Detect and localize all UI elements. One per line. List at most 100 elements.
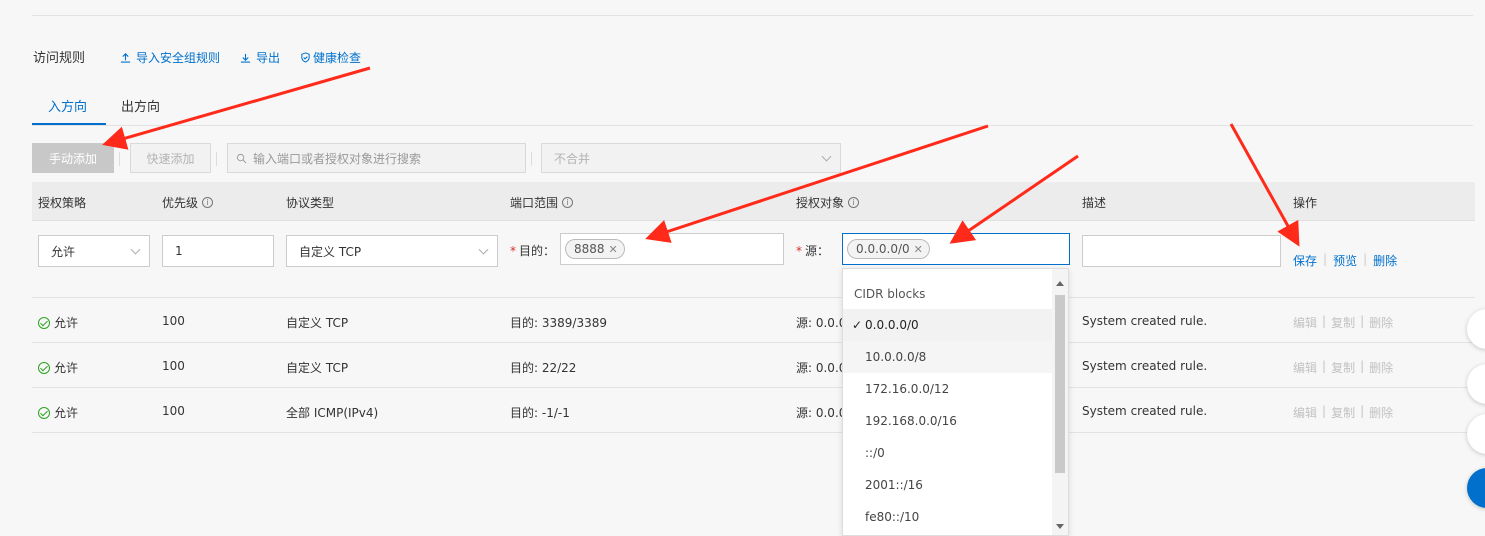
cidr-option[interactable]: 172.16.0.0/12 [843,373,1054,405]
priority-input[interactable]: 1 [162,235,274,267]
policy-cell: 允许 [38,404,78,421]
protocol-cell: 自定义 TCP [286,361,349,375]
scroll-up-icon[interactable] [1056,281,1064,286]
upload-icon [120,53,131,63]
top-divider [32,15,1473,16]
health-check-label: 健康检查 [313,51,362,65]
cidr-option[interactable]: fe80::/10 [843,501,1054,533]
tab-inbound[interactable]: 入方向 [48,96,87,115]
search-icon [236,153,247,163]
policy-cell: 允许 [38,359,78,376]
table-header: 授权策略 优先级 i 协议类型 端口范围 i 授权对象 i 描述 操作 [32,182,1475,221]
port-tag-value: 8888 [574,242,605,256]
source-label-text: 源： [805,244,830,258]
policy-cell-text: 允许 [54,316,79,330]
port-cell: 目的: 22/22 [510,361,577,375]
scrollbar-thumb[interactable] [1055,295,1065,473]
column-header-port-label: 端口范围 [510,196,559,210]
description-cell: System created rule. [1082,359,1208,373]
cidr-option-label: 2001::/16 [865,478,923,492]
protocol-select-value: 自定义 TCP [299,244,362,259]
toolbar-separator [531,152,532,166]
close-icon[interactable]: ✕ [609,243,618,256]
cidr-dropdown: CIDR blocks ✓ 0.0.0.0/0 10.0.0.0/8 172.16… [842,268,1069,536]
info-icon[interactable]: i [202,197,214,208]
priority-cell: 100 [162,404,185,418]
column-header-source: 授权对象 i [796,194,860,211]
delete-link[interactable]: 删除 [1369,359,1393,376]
dest-label: * 目的： [510,244,556,258]
column-header-priority: 优先级 i [162,194,214,211]
column-header-port: 端口范围 i [510,194,574,211]
edit-link[interactable]: 编辑 [1293,359,1317,376]
source-input[interactable]: 0.0.0.0/0 ✕ [842,233,1070,265]
search-input[interactable]: 输入端口或者授权对象进行搜索 [227,143,526,173]
delete-link[interactable]: 删除 [1369,314,1393,331]
close-icon[interactable]: ✕ [914,243,923,256]
edit-rule-row: 允许 1 自定义 TCP * 目的： 8888 ✕ * 源： 0.0.0.0/0 ✕ 保… [32,221,1475,298]
column-header-source-label: 授权对象 [796,196,845,210]
import-rules-label: 导入安全组规则 [136,51,221,65]
cidr-option[interactable]: ::/0 [843,437,1054,469]
cidr-option[interactable]: 192.168.0.0/16 [843,405,1054,437]
quick-add-button[interactable]: 快速添加 [130,143,211,173]
tab-outbound[interactable]: 出方向 [121,96,160,115]
active-tab-indicator [32,123,106,125]
edit-link[interactable]: 编辑 [1293,404,1317,421]
port-cell: 目的: 3389/3389 [510,316,607,330]
chevron-down-icon [130,244,141,255]
copy-link[interactable]: 复制 [1331,314,1355,331]
info-icon[interactable]: i [848,197,860,208]
copy-link[interactable]: 复制 [1331,359,1355,376]
dest-label-text: 目的： [519,244,556,258]
health-check-link[interactable]: 健康检查 [300,49,361,66]
check-circle-icon [38,316,50,329]
cidr-option[interactable]: 2001::/16 [843,469,1054,501]
table-row: 允许 100 自定义 TCP 目的: 22/22 源: 0.0.0. Syste… [32,343,1475,388]
dest-port-input[interactable]: 8888 ✕ [560,233,784,265]
manual-add-button[interactable]: 手动添加 [32,143,114,173]
column-header-priority-label: 优先级 [162,196,199,210]
dropdown-scrollbar[interactable] [1052,269,1068,535]
cidr-option-label: 10.0.0.0/8 [865,350,927,364]
priority-input-value: 1 [175,244,183,258]
source-tag-value: 0.0.0.0/0 [856,242,910,256]
scroll-down-icon[interactable] [1056,524,1064,529]
merge-select[interactable]: 不合并 [541,143,841,173]
priority-cell: 100 [162,359,185,373]
protocol-select[interactable]: 自定义 TCP [286,235,498,267]
preview-link[interactable]: 预览 [1333,252,1357,269]
description-input[interactable] [1082,235,1281,267]
cidr-option-label: fe80::/10 [865,510,920,524]
info-icon[interactable]: i [562,197,574,208]
policy-cell-text: 允许 [54,406,79,420]
column-header-actions: 操作 [1293,196,1318,210]
copy-link[interactable]: 复制 [1331,404,1355,421]
cidr-option[interactable]: ✓ 0.0.0.0/0 [843,309,1054,341]
toolbar-separator [216,152,217,166]
cidr-dropdown-header: CIDR blocks [854,287,926,301]
protocol-cell: 自定义 TCP [286,316,349,330]
export-label: 导出 [256,51,281,65]
row-actions: 编辑 | 复制 | 删除 [1293,359,1394,376]
policy-select[interactable]: 允许 [38,235,150,267]
description-cell: System created rule. [1082,314,1208,328]
import-rules-link[interactable]: 导入安全组规则 [120,49,220,66]
toolbar-separator [119,152,120,166]
port-cell: 目的: -1/-1 [510,406,570,420]
export-link[interactable]: 导出 [240,49,280,66]
floating-apps-button[interactable] [1467,468,1485,508]
check-icon: ✓ [852,318,863,332]
cidr-option[interactable]: 10.0.0.0/8 [843,341,1054,373]
edit-link[interactable]: 编辑 [1293,314,1317,331]
cidr-option-label: ::/0 [865,446,885,460]
table-row: 允许 100 全部 ICMP(IPv4) 目的: -1/-1 源: 0.0.0.… [32,388,1475,433]
column-header-policy: 授权策略 [38,196,87,210]
cidr-option-label: 192.168.0.0/16 [865,414,957,428]
delete-link[interactable]: 删除 [1373,252,1397,269]
column-header-protocol: 协议类型 [286,196,335,210]
cidr-option-label: 172.16.0.0/12 [865,382,950,396]
delete-link[interactable]: 删除 [1369,404,1393,421]
save-link[interactable]: 保存 [1293,252,1317,269]
edit-row-actions: 保存 | 预览 | 删除 [1293,252,1398,269]
